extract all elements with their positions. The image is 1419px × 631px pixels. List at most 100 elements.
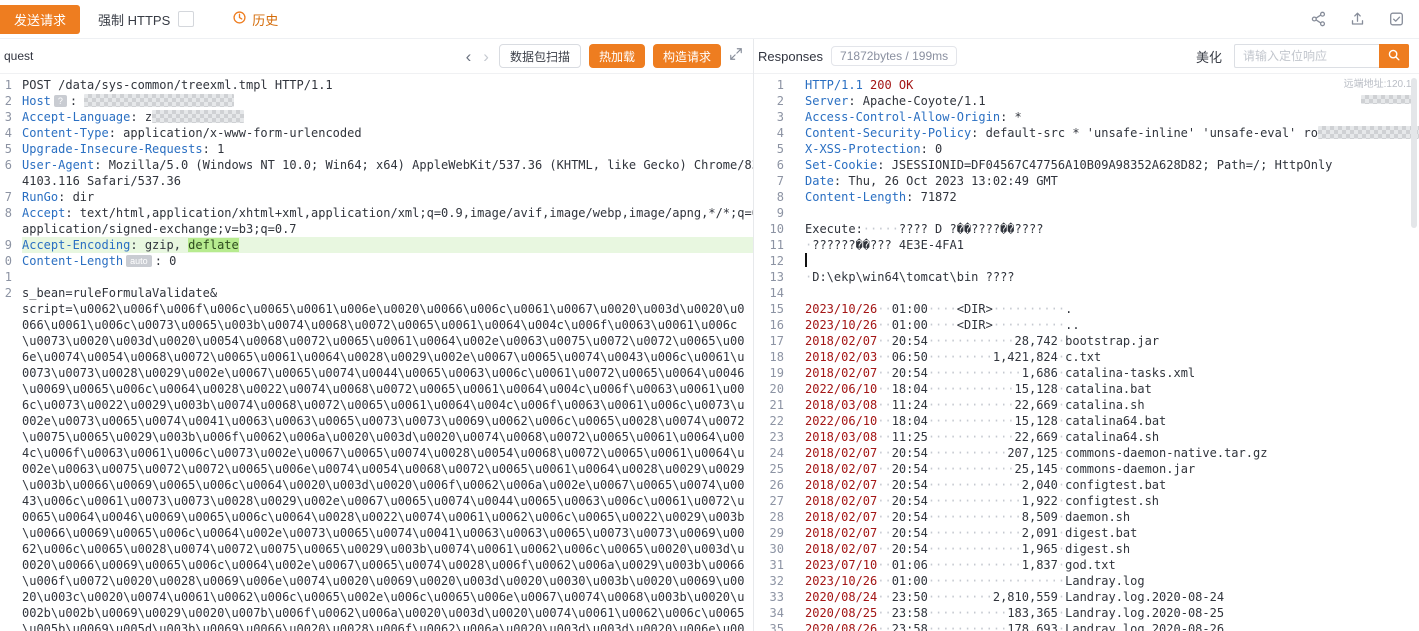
scrollbar[interactable] bbox=[1409, 74, 1419, 631]
code-line: 222022/06/10··18:04············15,128·ca… bbox=[754, 413, 1419, 429]
line-content: 2022/06/10··18:04············15,128·cata… bbox=[805, 381, 1419, 397]
code-token: ·· bbox=[877, 334, 891, 348]
request-editor[interactable]: 1POST /data/sys-common/treexml.tmpl HTTP… bbox=[0, 74, 753, 631]
next-request-icon[interactable]: › bbox=[481, 48, 491, 65]
code-token: configtest.bat bbox=[1065, 478, 1166, 492]
line-content: HTTP/1.1 200 OK bbox=[805, 77, 1419, 93]
line-number: 4 bbox=[0, 125, 15, 141]
response-size-badge: 71872bytes / 199ms bbox=[831, 46, 957, 66]
export-icon[interactable] bbox=[1349, 11, 1366, 27]
line-content: 2020/08/24··23:50·········2,810,559·Land… bbox=[805, 589, 1419, 605]
line-content: 2020/08/25··23:58···········183,365·Land… bbox=[805, 605, 1419, 621]
code-token: Host bbox=[22, 94, 51, 108]
line-content: s_bean=ruleFormulaValidate& bbox=[22, 285, 753, 301]
line-number: 6 bbox=[754, 157, 793, 173]
search-button[interactable] bbox=[1379, 44, 1409, 68]
line-number: 32 bbox=[754, 573, 793, 589]
line-number: 13 bbox=[754, 269, 793, 285]
code-token: 18:04 bbox=[892, 414, 928, 428]
code-token: ·· bbox=[877, 366, 891, 380]
line-content: ·??????��??? 4E3E-4FA1 bbox=[805, 237, 1419, 253]
send-request-button[interactable]: 发送请求 bbox=[0, 5, 80, 34]
code-token: 06:50 bbox=[892, 350, 928, 364]
code-token: : 0 bbox=[921, 142, 943, 156]
line-number: 25 bbox=[754, 461, 793, 477]
code-token: ············ bbox=[928, 414, 1015, 428]
share-icon[interactable] bbox=[1310, 11, 1327, 27]
line-number: 7 bbox=[0, 189, 15, 205]
code-token: 20:54 bbox=[892, 510, 928, 524]
tab-responses[interactable]: Responses bbox=[758, 49, 823, 64]
search-input[interactable] bbox=[1234, 44, 1379, 68]
code-token: ·· bbox=[877, 462, 891, 476]
code-token: digest.bat bbox=[1065, 526, 1137, 540]
expand-icon[interactable] bbox=[729, 47, 743, 66]
code-line: 24 2018/02/07··20:54···········207,125·co… bbox=[754, 445, 1419, 461]
line-number: 0 bbox=[0, 253, 15, 269]
code-line: 322023/10/26··01:00···················La… bbox=[754, 573, 1419, 589]
code-token: ·· bbox=[877, 510, 891, 524]
code-token: 2018/03/08 bbox=[805, 430, 877, 444]
code-token: ·· bbox=[877, 574, 891, 588]
line-number: 30 bbox=[754, 541, 793, 557]
code-token: 2018/03/08 bbox=[805, 398, 877, 412]
line-number: 1 bbox=[0, 269, 15, 285]
line-number: 1 bbox=[0, 77, 15, 93]
line-number: 9 bbox=[0, 237, 15, 253]
code-token: Server bbox=[805, 94, 848, 108]
beautify-button[interactable]: 美化 bbox=[1196, 47, 1222, 66]
code-token: ············ bbox=[928, 334, 1015, 348]
code-token: 2020/08/25 bbox=[805, 606, 877, 620]
code-line: 182018/02/03··06:50·········1,421,824·c.… bbox=[754, 349, 1419, 365]
code-line: 8Content-Length: 71872 bbox=[754, 189, 1419, 205]
code-token: ············ bbox=[928, 430, 1015, 444]
code-token: D:\ekp\win64\tomcat\bin ???? bbox=[812, 270, 1014, 284]
code-line: 2Server: Apache-Coyote/1.1 bbox=[754, 93, 1419, 109]
code-token: 20:54 bbox=[892, 462, 928, 476]
line-number: 27 bbox=[754, 493, 793, 509]
code-token: 18:04 bbox=[892, 382, 928, 396]
confirm-check-icon[interactable] bbox=[1388, 11, 1405, 27]
line-content: Accept-Language: z bbox=[22, 109, 753, 125]
code-token: digest.sh bbox=[1065, 542, 1130, 556]
response-editor[interactable]: 1HTTP/1.1 200 OK2Server: Apache-Coyote/1… bbox=[754, 74, 1419, 631]
line-number: 2 bbox=[0, 285, 15, 301]
code-token: : JSESSIONID=DF04567C47756A10B09A98352A6… bbox=[877, 158, 1332, 172]
code-token: ·· bbox=[877, 526, 891, 540]
packet-scan-button[interactable]: 数据包扫描 bbox=[499, 44, 581, 68]
line-number: 4 bbox=[754, 125, 793, 141]
code-token: commons-daemon.jar bbox=[1065, 462, 1195, 476]
code-line: 302018/02/07··20:54·············1,965·di… bbox=[754, 541, 1419, 557]
line-number: 2 bbox=[754, 93, 793, 109]
line-content bbox=[805, 253, 1419, 269]
prev-request-icon[interactable]: ‹ bbox=[464, 48, 474, 65]
line-content: Content-Security-Policy: default-src * '… bbox=[805, 125, 1419, 141]
code-token: : text/html,application/xhtml+xml,applic… bbox=[65, 206, 753, 220]
hot-reload-button[interactable]: 热加载 bbox=[589, 44, 645, 68]
code-token: ··········· bbox=[928, 606, 1007, 620]
history-button[interactable]: 历史 bbox=[232, 10, 278, 29]
code-token: 28,742 bbox=[1015, 334, 1058, 348]
code-token: ·· bbox=[877, 302, 891, 316]
code-line: 12 bbox=[754, 253, 1419, 269]
code-token: Landray.log.2020-08-24 bbox=[1065, 590, 1224, 604]
code-token: Content-Security-Policy bbox=[805, 126, 971, 140]
line-number: 24 bbox=[754, 445, 793, 461]
line-content: Content-Length: 71872 bbox=[805, 189, 1419, 205]
code-token: HTTP/1.1 bbox=[805, 78, 863, 92]
code-token: 1,965 bbox=[1022, 542, 1058, 556]
scrollbar-thumb[interactable] bbox=[1411, 78, 1417, 228]
code-token: 8,509 bbox=[1022, 510, 1058, 524]
code-token: ·· bbox=[877, 430, 891, 444]
code-line: application/signed-exchange;v=b3;q=0.7 bbox=[0, 221, 753, 237]
code-token: 2,040 bbox=[1022, 478, 1058, 492]
code-line: 3Accept-Language: z bbox=[0, 109, 753, 125]
construct-request-button[interactable]: 构造请求 bbox=[653, 44, 721, 68]
code-line: 282018/02/07··20:54·············8,509·da… bbox=[754, 509, 1419, 525]
code-token: ············ bbox=[928, 462, 1015, 476]
code-token: ············· bbox=[928, 526, 1022, 540]
force-https-checkbox[interactable] bbox=[178, 11, 194, 27]
code-line: 212018/03/08··11:24············22,669·ca… bbox=[754, 397, 1419, 413]
code-token: ············· bbox=[928, 542, 1022, 556]
line-content: 2018/02/07··20:54···········207,125·comm… bbox=[805, 445, 1419, 461]
